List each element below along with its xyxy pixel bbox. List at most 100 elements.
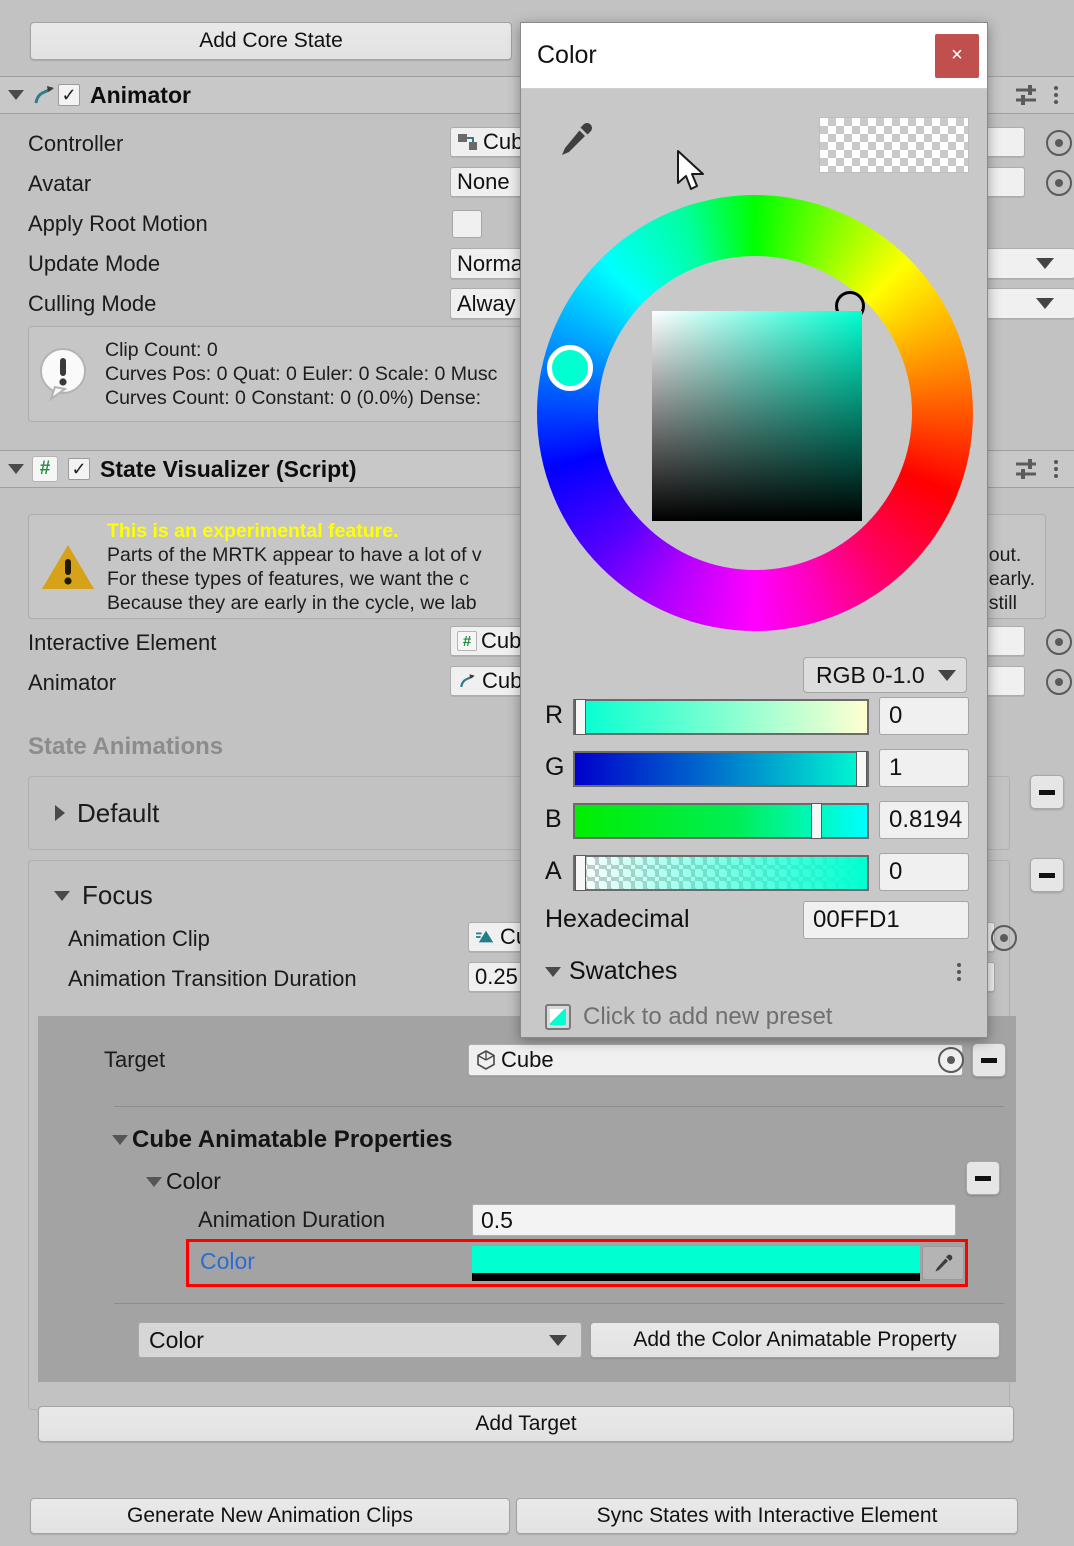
generate-new-animation-clips-button[interactable]: Generate New Animation Clips <box>30 1498 510 1534</box>
info-icon <box>40 348 86 401</box>
controller-label: Controller <box>28 131 124 156</box>
color-preview-swatch <box>819 117 969 173</box>
preset-slider-icon[interactable] <box>1014 84 1040 106</box>
animation-clip-label: Animation Clip <box>68 926 210 951</box>
r-channel-value[interactable]: 0 <box>879 697 969 735</box>
update-mode-value: Norma <box>457 250 524 276</box>
add-preset-hint: Click to add new preset <box>583 1003 833 1030</box>
a-channel-value[interactable]: 0 <box>879 853 969 891</box>
remove-default-state-button[interactable] <box>1030 775 1064 809</box>
focus-foldout-icon[interactable] <box>54 890 70 901</box>
controller-picker-icon[interactable] <box>1046 130 1072 156</box>
g-channel-slider[interactable] <box>573 751 869 787</box>
interactive-element-picker-icon[interactable] <box>1046 629 1072 655</box>
r-channel-label: R <box>545 701 564 729</box>
dialog-eyedropper-button[interactable] <box>559 121 595 164</box>
mouse-cursor <box>677 150 704 190</box>
state-visualizer-enabled-checkbox[interactable]: ✓ <box>68 458 90 480</box>
saturation-value-square[interactable] <box>652 311 862 521</box>
add-core-state-button[interactable]: Add Core State <box>30 22 512 60</box>
remove-target-button[interactable] <box>972 1043 1006 1077</box>
eyedropper-icon <box>935 1254 953 1272</box>
sync-states-with-interactive-element-button[interactable]: Sync States with Interactive Element <box>516 1498 1018 1534</box>
state-visualizer-foldout-icon[interactable] <box>8 464 24 474</box>
info-line-2: Curves Pos: 0 Quat: 0 Euler: 0 Scale: 0 … <box>105 363 498 385</box>
swatches-label: Swatches <box>569 957 678 985</box>
cube-icon <box>477 1050 495 1070</box>
sv-animator-picker-icon[interactable] <box>1046 669 1072 695</box>
apply-root-motion-label: Apply Root Motion <box>28 211 208 236</box>
interactive-element-label: Interactive Element <box>28 630 217 655</box>
animatable-properties-label: Cube Animatable Properties <box>132 1126 453 1153</box>
animator-controller-icon <box>458 134 477 150</box>
hue-ring-marker[interactable] <box>547 345 593 391</box>
target-object-field[interactable]: Cube <box>468 1044 963 1076</box>
warning-line-1: Parts of the MRTK appear to have a lot o… <box>107 543 482 566</box>
color-group-label: Color <box>166 1168 221 1194</box>
state-visualizer-title: State Visualizer (Script) <box>100 455 357 482</box>
avatar-value: None <box>457 169 510 194</box>
color-property-group-header[interactable]: Color <box>146 1168 221 1195</box>
swatches-foldout-icon[interactable] <box>545 966 561 977</box>
animation-clip-picker-icon[interactable] <box>991 925 1017 951</box>
focus-state-header[interactable]: Focus <box>46 880 153 911</box>
animator-icon <box>34 86 54 104</box>
color-dialog-titlebar: Color × <box>521 23 987 89</box>
cube-animatable-properties-header[interactable]: Cube Animatable Properties <box>112 1126 453 1154</box>
animator-title: Animator <box>90 81 191 108</box>
target-separator <box>114 1106 1004 1107</box>
r-slider-knob[interactable] <box>575 699 586 735</box>
close-icon[interactable]: × <box>935 33 979 78</box>
remove-focus-state-button[interactable] <box>1030 858 1064 892</box>
g-slider-knob[interactable] <box>856 751 867 787</box>
swatches-options-menu-icon[interactable] <box>957 962 961 981</box>
color-mode-value: RGB 0-1.0 <box>816 661 925 688</box>
target-picker-icon[interactable] <box>938 1047 964 1073</box>
color-dialog-title: Color <box>537 41 597 69</box>
apply-root-motion-checkbox[interactable] <box>452 210 482 238</box>
controller-value: Cub <box>483 129 524 154</box>
avatar-label: Avatar <box>28 171 92 196</box>
chevron-down-icon <box>1036 298 1054 309</box>
color-mode-dropdown[interactable]: RGB 0-1.0 <box>803 657 967 693</box>
color-eyedropper-button[interactable] <box>922 1246 964 1280</box>
default-foldout-icon[interactable] <box>55 805 65 821</box>
animatable-properties-foldout-icon[interactable] <box>112 1135 128 1145</box>
a-slider-knob[interactable] <box>575 855 586 891</box>
warning-line-3: Because they are early in the cycle, we … <box>107 591 477 614</box>
chevron-down-icon <box>1036 258 1054 269</box>
g-channel-label: G <box>545 753 565 781</box>
b-channel-slider[interactable] <box>573 803 869 839</box>
hexadecimal-value[interactable]: 00FFD1 <box>803 901 969 939</box>
remove-color-property-button[interactable] <box>966 1161 1000 1195</box>
g-channel-value[interactable]: 1 <box>879 749 969 787</box>
r-channel-slider[interactable] <box>573 699 869 735</box>
swatches-header[interactable]: Swatches <box>545 957 965 986</box>
animator-foldout-icon[interactable] <box>8 90 24 100</box>
transition-duration-value: 0.25 <box>475 964 518 989</box>
animator-enabled-checkbox[interactable]: ✓ <box>58 84 80 106</box>
add-color-animatable-property-button[interactable]: Add the Color Animatable Property <box>590 1322 1000 1358</box>
animatable-property-dropdown[interactable]: Color <box>138 1322 582 1358</box>
color-picker-dialog: Color × RGB 0-1.0 R 0 G 1 B 0.8194 A 0 H… <box>520 22 988 1038</box>
state-visualizer-options-menu-icon[interactable] <box>1054 460 1058 478</box>
a-channel-slider[interactable] <box>573 855 869 891</box>
animation-duration-field[interactable]: 0.5 <box>472 1204 956 1236</box>
color-alpha-bar <box>472 1273 920 1281</box>
avatar-picker-icon[interactable] <box>1046 170 1072 196</box>
animator-options-menu-icon[interactable] <box>1054 86 1058 104</box>
add-preset-row[interactable]: Click to add new preset <box>545 1003 832 1031</box>
culling-mode-value: Alway <box>457 290 516 316</box>
b-channel-value[interactable]: 0.8194 <box>879 801 969 839</box>
animator-icon <box>460 674 475 688</box>
target-label: Target <box>104 1047 166 1072</box>
target-value: Cube <box>501 1047 554 1072</box>
add-target-button[interactable]: Add Target <box>38 1406 1014 1442</box>
new-preset-swatch-icon[interactable] <box>545 1004 571 1030</box>
color-group-foldout-icon[interactable] <box>146 1176 162 1187</box>
properties-separator <box>114 1303 1004 1304</box>
b-slider-knob[interactable] <box>811 803 822 839</box>
interactive-element-value: Cub <box>481 628 522 653</box>
update-mode-label: Update Mode <box>28 251 161 276</box>
preset-slider-icon[interactable] <box>1014 458 1040 480</box>
